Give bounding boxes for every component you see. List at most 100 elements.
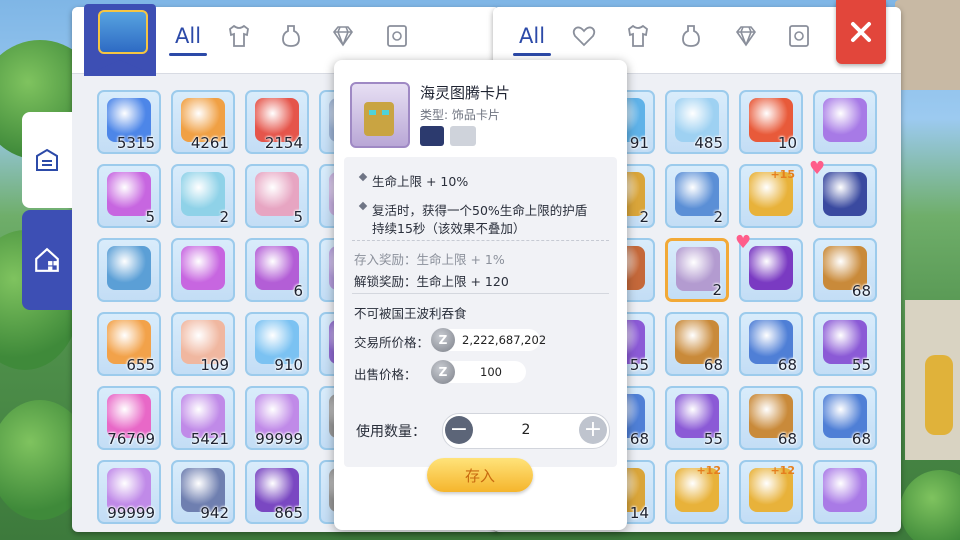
item-count: 91 — [629, 134, 649, 152]
item-count: 485 — [694, 134, 723, 152]
left-item-slot[interactable]: 5 — [245, 164, 309, 228]
dragon-card-icon — [749, 246, 793, 290]
untradeable-note: 不可被国王波利吞食 — [354, 306, 467, 321]
right-tab-card[interactable] — [786, 18, 812, 54]
right-tab-potion[interactable] — [678, 18, 704, 54]
right-item-slot[interactable]: +12 — [665, 460, 729, 524]
landscape-card-icon — [107, 246, 151, 290]
item-count: 655 — [126, 356, 155, 374]
inspect-icon[interactable] — [420, 126, 444, 146]
exchange-price-label: 交易所价格： — [354, 335, 430, 350]
favorite-heart-icon: ♥ — [735, 232, 752, 253]
item-count: 2 — [713, 208, 723, 226]
zeny-coin-icon: Z — [431, 328, 455, 352]
left-item-slot[interactable]: 5 — [97, 164, 161, 228]
right-item-slot[interactable]: 68 — [665, 312, 729, 376]
left-tab-potion[interactable] — [278, 18, 304, 54]
left-item-slot[interactable]: 655 — [97, 312, 161, 376]
left-item-slot[interactable] — [97, 238, 161, 302]
left-item-slot[interactable]: 4261 — [171, 90, 235, 154]
left-item-slot[interactable]: 99999 — [245, 386, 309, 450]
background-building — [895, 0, 960, 90]
item-count: 99999 — [255, 430, 303, 448]
item-card-art — [350, 82, 410, 148]
sidebar-tab-house[interactable] — [22, 210, 72, 310]
item-count: 2 — [639, 208, 649, 226]
storage-list-icon — [36, 148, 58, 171]
left-tab-all[interactable]: All — [168, 18, 208, 56]
left-tab-card[interactable] — [384, 18, 410, 54]
left-item-slot[interactable]: 5315 — [97, 90, 161, 154]
left-item-slot[interactable] — [171, 238, 235, 302]
divider — [352, 293, 609, 294]
right-item-slot[interactable]: 2 — [665, 238, 729, 302]
quantity-stepper: − 2 + — [442, 413, 610, 449]
card-icon — [789, 25, 809, 47]
divider — [352, 240, 609, 241]
right-item-slot[interactable]: 2 — [665, 164, 729, 228]
preview-icon[interactable] — [450, 126, 476, 146]
sidebar-tab-storage[interactable] — [22, 112, 72, 208]
right-tab-favorite[interactable] — [571, 18, 597, 54]
left-tab-armor[interactable] — [226, 18, 252, 54]
item-count: 5 — [293, 208, 303, 226]
item-name: 海灵图腾卡片 — [420, 84, 511, 102]
right-item-slot[interactable]: 55 — [665, 386, 729, 450]
right-item-grid: 91 485 10 2 2 +15 ♥ 2 ♥ 68 55 68 68 55 68 55 68 68 14 +12 +1… — [591, 90, 879, 526]
character-avatar-icon — [823, 172, 867, 216]
left-item-slot[interactable]: 865 — [245, 460, 309, 524]
right-item-slot[interactable]: 10 — [739, 90, 803, 154]
totem-eye — [369, 110, 376, 115]
left-item-slot[interactable]: 109 — [171, 312, 235, 376]
close-button[interactable] — [836, 0, 886, 64]
totem-eye — [382, 110, 389, 115]
right-item-slot[interactable]: ♥ — [809, 158, 877, 228]
item-count: 14 — [629, 504, 649, 522]
sell-price: 100 — [480, 365, 502, 379]
right-tab-armor[interactable] — [625, 18, 651, 54]
right-item-slot[interactable]: 485 — [665, 90, 729, 154]
tab-label: All — [175, 24, 202, 48]
left-item-slot[interactable]: 942 — [171, 460, 235, 524]
left-tab-gem[interactable] — [330, 18, 356, 54]
right-item-slot[interactable]: 68 — [739, 386, 803, 450]
item-count: 2154 — [264, 134, 303, 152]
right-item-slot[interactable]: 68 — [813, 238, 877, 302]
pink-card-icon — [181, 246, 225, 290]
increase-button[interactable]: + — [579, 416, 607, 444]
right-tab-all[interactable]: All — [512, 18, 552, 56]
left-item-slot[interactable]: 6 — [245, 238, 309, 302]
item-count: 865 — [274, 504, 303, 522]
right-item-slot[interactable] — [813, 460, 877, 524]
right-item-slot[interactable]: ♥ — [735, 232, 803, 302]
right-item-slot[interactable]: 55 — [813, 312, 877, 376]
item-count: 68 — [629, 430, 649, 448]
right-item-slot[interactable]: 68 — [739, 312, 803, 376]
item-count: 55 — [703, 430, 723, 448]
left-item-slot[interactable]: 2 — [171, 164, 235, 228]
totem-face-icon — [364, 102, 394, 136]
background-statue — [925, 355, 953, 435]
right-item-slot[interactable]: +15 — [739, 164, 803, 228]
deposit-button[interactable]: 存入 — [427, 458, 533, 492]
left-item-slot[interactable]: 99999 — [97, 460, 161, 524]
right-item-slot[interactable]: 68 — [813, 386, 877, 450]
purple-swirl-icon — [823, 468, 867, 512]
right-item-slot[interactable] — [813, 90, 877, 154]
left-item-slot[interactable]: 76709 — [97, 386, 161, 450]
quantity-label: 使用数量： — [356, 424, 426, 440]
item-tooltip: 海灵图腾卡片 类型: 饰品卡片 生命上限 + 10% 复活时，获得一个50%生命… — [334, 60, 627, 530]
left-item-slot[interactable]: 910 — [245, 312, 309, 376]
storage-banner-tail — [84, 60, 156, 76]
item-count: 2 — [219, 208, 229, 226]
sell-price-pill: Z 100 — [431, 360, 526, 384]
right-item-slot[interactable]: +12 — [739, 460, 803, 524]
item-count: 6 — [293, 282, 303, 300]
left-item-slot[interactable]: 5421 — [171, 386, 235, 450]
sell-price-label: 出售价格： — [354, 367, 417, 382]
item-count: 942 — [200, 504, 229, 522]
item-count: 5315 — [116, 134, 155, 152]
item-count: 76709 — [107, 430, 155, 448]
right-tab-gem[interactable] — [733, 18, 759, 54]
left-item-slot[interactable]: 2154 — [245, 90, 309, 154]
